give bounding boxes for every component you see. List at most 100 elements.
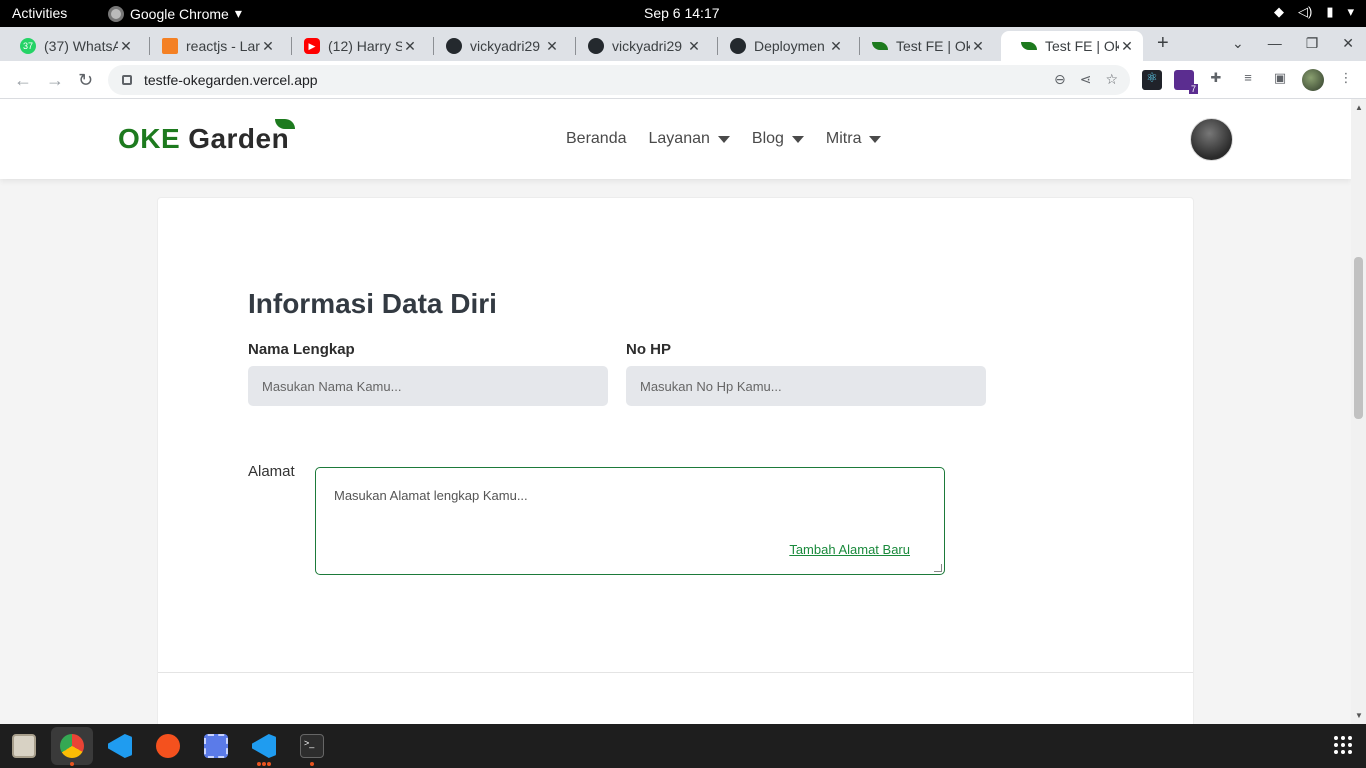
caret-down-icon (869, 135, 882, 143)
browser-tab-active[interactable]: Test FE | Ok ✕ (1001, 31, 1143, 61)
page-scrollbar[interactable]: ▲ ▼ (1351, 99, 1366, 724)
tab-title: (12) Harry S (328, 38, 402, 54)
reading-list-icon[interactable]: ≡ (1238, 70, 1258, 90)
close-icon[interactable]: ✕ (260, 38, 276, 55)
browser-toolbar: ← → ↻ testfe-okegarden.vercel.app ⊖ ⋖ ☆ … (0, 61, 1366, 99)
extension-badge-count: 7 (1188, 84, 1198, 94)
wifi-icon: ◆ (1273, 4, 1284, 19)
app-grid-icon[interactable] (1334, 736, 1352, 754)
minimize-icon[interactable]: — (1268, 35, 1282, 52)
running-indicator (267, 762, 271, 766)
nav-item-services[interactable]: Layanan (649, 130, 730, 148)
puzzle-icon[interactable]: ✚ (1206, 70, 1226, 90)
tab-title: vickyadri29 (470, 38, 541, 54)
bookmark-star-icon[interactable]: ☆ (1105, 71, 1118, 88)
nav-item-home[interactable]: Beranda (566, 130, 627, 148)
tab-title: vickyadri29 (612, 38, 683, 54)
caret-down-icon (717, 135, 730, 143)
github-icon (730, 38, 746, 54)
system-tray[interactable]: ◆ ◁) ▮ ▾ (1274, 4, 1354, 20)
postman-icon[interactable] (156, 734, 180, 758)
browser-tab[interactable]: vickyadri29 ✕ (568, 31, 710, 61)
full-name-input[interactable] (248, 366, 608, 406)
omnibox-actions: ⊖ ⋖ ☆ (1054, 71, 1118, 88)
add-address-link[interactable]: Tambah Alamat Baru (789, 542, 910, 557)
react-devtools-icon[interactable]: ⚛ (1142, 70, 1162, 90)
reload-icon[interactable]: ↻ (78, 70, 93, 91)
close-window-icon[interactable]: ✕ (1342, 35, 1354, 52)
side-panel-icon[interactable]: ▣ (1270, 70, 1290, 90)
close-icon[interactable]: ✕ (402, 38, 418, 55)
user-avatar[interactable] (1190, 118, 1233, 161)
system-top-bar: Activities Google Chrome ▾ Sep 6 14:17 ◆… (0, 0, 1366, 27)
close-icon[interactable]: ✕ (118, 38, 134, 55)
app-name: Google Chrome (130, 5, 229, 22)
close-icon[interactable]: ✕ (544, 38, 560, 55)
files-icon[interactable] (12, 734, 36, 758)
main-nav: Beranda Layanan Blog Mitra (566, 130, 882, 148)
browser-tab[interactable]: reactjs - Lar ✕ (142, 31, 284, 61)
close-icon[interactable]: ✕ (828, 38, 844, 55)
nav-label: Layanan (648, 130, 710, 147)
close-icon[interactable]: ✕ (686, 38, 702, 55)
extension-badge-icon[interactable]: 7 (1174, 70, 1198, 94)
browser-tab[interactable]: Test FE | Ok ✕ (852, 31, 994, 61)
profile-avatar[interactable] (1302, 69, 1324, 91)
window-controls: ⌄ — ❐ ✕ (1232, 35, 1354, 52)
nav-item-blog[interactable]: Blog (752, 130, 804, 148)
youtube-icon: ▶ (304, 38, 320, 54)
forward-icon[interactable]: → (46, 70, 64, 91)
restore-icon[interactable]: ❐ (1306, 35, 1319, 52)
nav-label: Beranda (566, 130, 627, 147)
tab-title: reactjs - Lar (186, 38, 260, 54)
profile-form-card: Informasi Data Diri Nama Lengkap No HP A… (157, 197, 1194, 724)
page-viewport: OKE Garden Beranda Layanan Blog Mitra Inf… (0, 99, 1351, 724)
extensions-bar: ⚛ 7 ✚ ≡ ▣ ⋮ (1142, 69, 1356, 94)
chrome-icon[interactable] (60, 734, 84, 758)
nav-label: Mitra (825, 130, 862, 147)
phone-label: No HP (626, 341, 671, 358)
close-icon[interactable]: ✕ (1119, 38, 1135, 55)
url-text[interactable]: testfe-okegarden.vercel.app (144, 72, 318, 88)
running-indicator (262, 762, 266, 766)
tab-title: (37) WhatsA (44, 38, 118, 54)
github-icon (446, 38, 462, 54)
lock-icon[interactable] (122, 75, 132, 85)
volume-icon: ◁) (1297, 4, 1313, 19)
logo-primary: OKE (118, 123, 181, 154)
terminal-icon[interactable]: >_ (300, 734, 324, 758)
close-icon[interactable]: ✕ (970, 38, 986, 55)
running-indicator (70, 762, 74, 766)
app-menu[interactable]: Google Chrome ▾ (108, 5, 242, 22)
battery-icon: ▮ (1326, 4, 1334, 19)
browser-tab[interactable]: ▶ (12) Harry S ✕ (284, 31, 426, 61)
resize-handle[interactable] (934, 564, 942, 572)
new-tab-button[interactable]: + (1157, 32, 1169, 55)
site-logo[interactable]: OKE Garden (118, 119, 296, 155)
activities-button[interactable]: Activities (12, 5, 67, 21)
address-textarea[interactable] (316, 468, 944, 574)
leaf-icon (872, 42, 888, 50)
phone-input[interactable] (626, 366, 986, 406)
chrome-icon (108, 5, 124, 22)
chevron-down-icon: ▾ (234, 5, 242, 21)
tab-search-icon[interactable]: ⌄ (1232, 35, 1244, 52)
browser-tab[interactable]: 37 (37) WhatsA ✕ (0, 31, 142, 61)
section-title: Informasi Data Diri (248, 288, 497, 319)
browser-tab[interactable]: Deploymen ✕ (710, 31, 852, 61)
nav-label: Blog (751, 130, 784, 147)
zoom-icon[interactable]: ⊖ (1054, 71, 1066, 88)
leaf-icon (1021, 42, 1037, 50)
browser-tab[interactable]: vickyadri29 ✕ (426, 31, 568, 61)
scroll-up-icon[interactable]: ▲ (1355, 103, 1363, 112)
scroll-down-icon[interactable]: ▼ (1355, 711, 1363, 720)
share-icon[interactable]: ⋖ (1080, 71, 1092, 88)
tab-title: Deploymen (754, 38, 825, 54)
clock[interactable]: Sep 6 14:17 (644, 5, 720, 21)
screenshot-icon[interactable] (204, 734, 228, 758)
kebab-menu-icon[interactable]: ⋮ (1336, 70, 1356, 90)
address-bar[interactable]: testfe-okegarden.vercel.app ⊖ ⋖ ☆ (108, 65, 1130, 95)
nav-item-partner[interactable]: Mitra (826, 130, 882, 148)
back-icon[interactable]: ← (14, 70, 32, 91)
scrollbar-thumb[interactable] (1354, 257, 1363, 419)
